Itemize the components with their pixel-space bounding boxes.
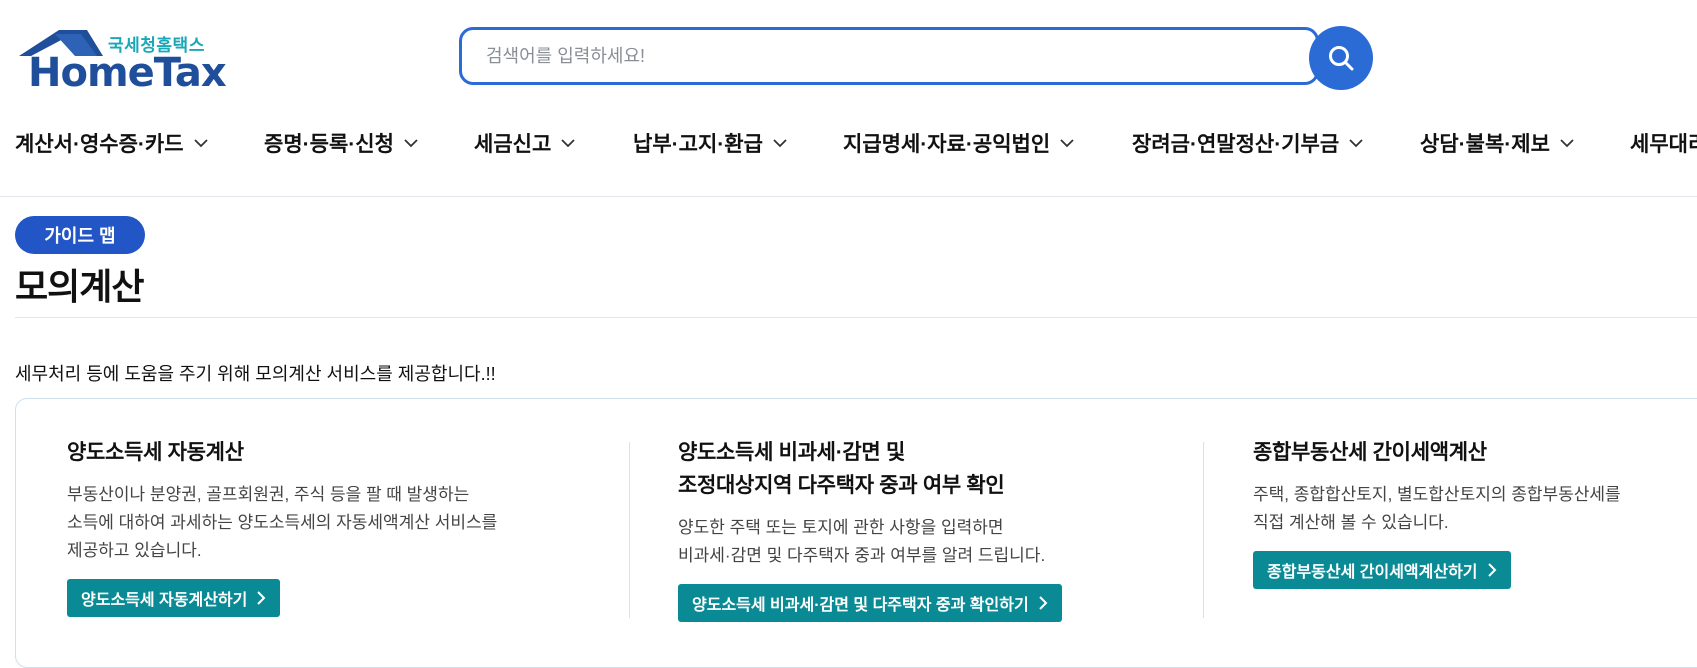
- title-line: 양도소득세 비과세·감면 및: [678, 441, 905, 464]
- nav-item-payment-statement[interactable]: 지급명세·자료·공익법인: [843, 128, 1074, 158]
- chevron-down-icon: [1060, 138, 1074, 147]
- chevron-right-icon: [1487, 563, 1496, 577]
- calc-item-title: 종합부동산세 간이세액계산: [1253, 441, 1487, 464]
- chevron-right-icon: [257, 591, 266, 605]
- chevron-right-icon: [1038, 596, 1048, 610]
- search-bar: [459, 26, 1373, 90]
- calc-item-title: 양도소득세 비과세·감면 및 조정대상지역 다주택자 중과 여부 확인: [678, 436, 1062, 502]
- button-label: 양도소득세 비과세·감면 및 다주택자 중과 확인하기: [692, 597, 1029, 614]
- nav-item-tax-agent[interactable]: 세무대리: [1630, 128, 1697, 158]
- chevron-down-icon: [1560, 138, 1574, 147]
- page-title: 모의계산: [15, 266, 144, 307]
- chevron-down-icon: [1349, 138, 1363, 147]
- column-divider: [1203, 442, 1204, 618]
- nav-item-certificate-registration[interactable]: 증명·등록·신청: [264, 128, 418, 158]
- desc-line: 양도한 주택 또는 토지에 관한 사항을 입력하면: [678, 518, 1004, 537]
- nav-item-label: 세무대리: [1630, 133, 1697, 156]
- nav-item-label: 납부·고지·환급: [633, 133, 763, 156]
- search-input[interactable]: [459, 27, 1319, 85]
- calc-item-capital-gains-exemption: 양도소득세 비과세·감면 및 조정대상지역 다주택자 중과 여부 확인 양도한 …: [678, 436, 1062, 622]
- nav-item-label: 증명·등록·신청: [264, 133, 394, 156]
- column-divider: [629, 442, 630, 618]
- chevron-down-icon: [561, 138, 575, 147]
- nav-item-label: 지급명세·자료·공익법인: [843, 133, 1051, 156]
- desc-line: 제공하고 있습니다.: [67, 541, 202, 560]
- calc-item-title: 양도소득세 자동계산: [67, 441, 244, 464]
- nav-item-invoice-receipt-card[interactable]: 계산서·영수증·카드: [15, 128, 208, 158]
- desc-line: 직접 계산해 볼 수 있습니다.: [1253, 513, 1449, 532]
- nav-item-consult-appeal[interactable]: 상담·불복·제보: [1420, 128, 1574, 158]
- search-button[interactable]: [1309, 26, 1373, 90]
- capital-gains-exemption-check-button[interactable]: 양도소득세 비과세·감면 및 다주택자 중과 확인하기: [678, 584, 1062, 622]
- desc-line: 주택, 종합합산토지, 별도합산토지의 종합부동산세를: [1253, 485, 1621, 504]
- calc-item-description: 주택, 종합합산토지, 별도합산토지의 종합부동산세를 직접 계산해 볼 수 있…: [1253, 481, 1621, 537]
- calc-item-capital-gains-auto: 양도소득세 자동계산 부동산이나 분양권, 골프회원권, 주식 등을 팔 때 발…: [67, 436, 497, 617]
- nav-item-label: 장려금·연말정산·기부금: [1132, 133, 1340, 156]
- button-label: 양도소득세 자동계산하기: [81, 592, 248, 609]
- nav-item-label: 계산서·영수증·카드: [15, 133, 184, 156]
- nav-item-label: 상담·불복·제보: [1420, 133, 1550, 156]
- guide-map-badge[interactable]: 가이드 맵: [15, 216, 145, 254]
- desc-line: 부동산이나 분양권, 골프회원권, 주식 등을 팔 때 발생하는: [67, 485, 470, 504]
- calc-item-description: 양도한 주택 또는 토지에 관한 사항을 입력하면 비과세·감면 및 다주택자 …: [678, 514, 1062, 570]
- calc-item-description: 부동산이나 분양권, 골프회원권, 주식 등을 팔 때 발생하는 소득에 대하여…: [67, 481, 497, 565]
- chevron-down-icon: [773, 138, 787, 147]
- chevron-down-icon: [193, 138, 208, 147]
- nav-item-payment-refund[interactable]: 납부·고지·환급: [633, 128, 787, 158]
- calc-item-comprehensive-real-estate: 종합부동산세 간이세액계산 주택, 종합합산토지, 별도합산토지의 종합부동산세…: [1253, 436, 1621, 589]
- desc-line: 비과세·감면 및 다주택자 중과 여부를 알려 드립니다.: [678, 546, 1046, 565]
- nav-item-label: 세금신고: [474, 133, 552, 156]
- title-divider: [15, 317, 1697, 318]
- nav-item-incentive-yearend[interactable]: 장려금·연말정산·기부금: [1132, 128, 1363, 158]
- desc-line: 소득에 대하여 과세하는 양도소득세의 자동세액계산 서비스를: [67, 513, 498, 532]
- comprehensive-real-estate-calc-button[interactable]: 종합부동산세 간이세액계산하기: [1253, 551, 1511, 589]
- button-label: 종합부동산세 간이세액계산하기: [1267, 564, 1478, 581]
- hometax-logo[interactable]: 국세청홈택스 HomeTax: [15, 28, 227, 96]
- intro-text: 세무처리 등에 도움을 주기 위해 모의계산 서비스를 제공합니다.!!: [15, 364, 496, 384]
- logo-wordmark: HomeTax: [28, 50, 227, 96]
- title-line: 조정대상지역 다주택자 중과 여부 확인: [678, 474, 1005, 497]
- chevron-down-icon: [404, 138, 418, 147]
- search-icon: [1329, 46, 1354, 71]
- site-header: 국세청홈택스 HomeTax 계산서·영수증·카드 증명·등록·신청 세금신고 …: [0, 0, 1697, 197]
- capital-gains-auto-calc-button[interactable]: 양도소득세 자동계산하기: [67, 579, 281, 617]
- nav-item-tax-filing[interactable]: 세금신고: [474, 128, 575, 158]
